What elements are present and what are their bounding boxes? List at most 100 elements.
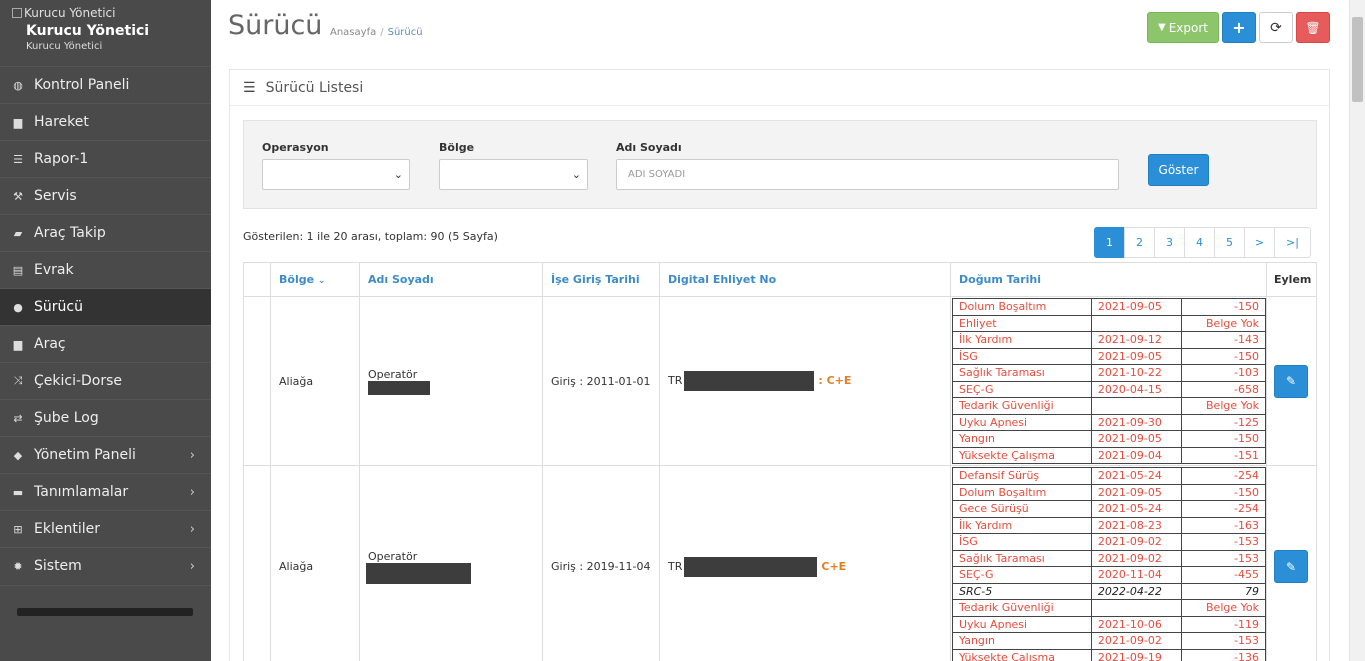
sitemap-icon: ⊞ [13, 522, 23, 536]
sidebar-item-label: Rapor-1 [34, 151, 89, 167]
document-row: Yüksekte Çalışma 2021-09-19 -136 [952, 648, 1267, 661]
document-days: -150 [1180, 298, 1267, 316]
document-date: 2021-09-04 [1090, 446, 1182, 464]
document-date: 2021-09-12 [1090, 331, 1182, 349]
license-prefix: TR [668, 559, 683, 573]
export-label: Export [1168, 20, 1208, 35]
page-button[interactable]: 1 [1094, 227, 1125, 258]
document-row: İSG 2021-09-05 -150 [952, 347, 1267, 365]
sidebar-item-label: Yönetim Paneli [34, 447, 136, 463]
chevron-right-icon: › [189, 447, 195, 463]
document-date: 2020-11-04 [1090, 566, 1182, 584]
pencil-icon: ✎ [1285, 559, 1297, 574]
table-body: Aliağa Operatör Giriş : 2011-01-01 TR: C+E D… [243, 296, 1317, 661]
sidebar-item-label: Evrak [34, 262, 74, 278]
sidebar-item-label: Çekici-Dorse [34, 373, 123, 389]
driver-list-panel: ☰ Sürücü Listesi Operasyon ⌄ Bölge ⌄ Adı… [229, 69, 1330, 661]
sidebar-item-çekici-dorse[interactable]: ⤨ Çekici-Dorse [0, 362, 211, 399]
cog-icon: ✹ [13, 559, 23, 573]
page-button[interactable]: >| [1274, 227, 1311, 258]
document-name: İSG [952, 347, 1092, 365]
document-name: SEÇ-G [952, 380, 1092, 398]
document-date [1090, 397, 1182, 415]
sidebar-item-sistem[interactable]: ✹ Sistem › [0, 547, 211, 584]
page-button[interactable]: > [1244, 227, 1275, 258]
license-cell: TR: C+E [659, 296, 951, 466]
sidebar-item-label: Kontrol Paneli [34, 77, 130, 93]
add-button[interactable]: + [1222, 12, 1256, 43]
document-days: -150 [1180, 430, 1267, 448]
filter-form: Operasyon ⌄ Bölge ⌄ Adı Soyadı ADI SOYAD… [243, 120, 1317, 209]
license-column-header[interactable]: Digital Ehliyet No [659, 262, 951, 297]
region-header-label: Bölge [279, 273, 315, 286]
document-date: 2021-09-05 [1090, 298, 1182, 316]
document-date: 2021-09-02 [1090, 533, 1182, 551]
show-button[interactable]: Göster [1148, 154, 1209, 186]
document-list: Defansif Sürüş 2021-05-24 -254 Dolum Boşalt… [952, 467, 1267, 661]
name-column-header[interactable]: Adı Soyadı [359, 262, 543, 297]
sidebar-item-yönetim-paneli[interactable]: ◆ Yönetim Paneli › [0, 436, 211, 473]
sidebar-item-rapor-1[interactable]: ☰ Rapor-1 [0, 140, 211, 177]
start-date-column-header[interactable]: İşe Giriş Tarihi [542, 262, 660, 297]
breadcrumb-home-link[interactable]: Anasayfa [330, 27, 376, 38]
table-header-row: Bölge ⌄ Adı Soyadı İşe Giriş Tarihi Digi… [243, 262, 1317, 297]
page-button[interactable]: 2 [1124, 227, 1155, 258]
export-button[interactable]: ▼ Export [1147, 12, 1219, 43]
edit-button[interactable]: ✎ [1274, 364, 1308, 398]
document-row: Tedarik Güvenliği Belge Yok [952, 397, 1267, 415]
sidebar-item-label: Sistem [34, 558, 82, 574]
documents-cell: Dolum Boşaltım 2021-09-05 -150 Ehliyet Belge… [950, 296, 1267, 466]
page-button[interactable]: 3 [1154, 227, 1185, 258]
sidebar-item-araç[interactable]: ▆ Araç [0, 325, 211, 362]
sidebar-item-servis[interactable]: ⚒ Servis [0, 177, 211, 214]
refresh-button[interactable]: ⟳ [1259, 12, 1293, 43]
page-button[interactable]: 4 [1184, 227, 1215, 258]
pencil-icon: ✎ [1285, 374, 1297, 388]
page-button[interactable]: 5 [1214, 227, 1245, 258]
sidebar-item-eklentiler[interactable]: ⊞ Eklentiler › [0, 510, 211, 547]
document-row: Uyku Apnesi 2021-09-30 -125 [952, 413, 1267, 431]
operation-select[interactable]: ⌄ [262, 159, 410, 190]
document-row: İSG 2021-09-02 -153 [952, 533, 1267, 551]
document-date: 2021-09-05 [1090, 347, 1182, 365]
start-date-cell: Giriş : 2011-01-01 [542, 296, 660, 466]
sidebar-item-hareket[interactable]: ▆ Hareket [0, 103, 211, 140]
delete-button[interactable]: 🗑 [1296, 12, 1330, 43]
document-name: Tedarik Güvenliği [952, 397, 1092, 415]
action-cell: ✎ [1266, 465, 1317, 661]
sidebar-item-araç-takip[interactable]: ▰ Araç Takip [0, 214, 211, 251]
document-days: -153 [1180, 533, 1267, 551]
logo-alt-text: Kurucu Yönetici [24, 6, 116, 20]
page-scrollbar[interactable] [1349, 0, 1365, 661]
sidebar-item-kontrol-paneli[interactable]: ◍ Kontrol Paneli [0, 66, 211, 103]
region-cell: Aliağa [270, 465, 360, 661]
panel-title: Sürücü Listesi [265, 79, 364, 96]
user-profile: Kurucu Yönetici Kurucu Yönetici Kurucu Y… [0, 0, 211, 66]
birth-date-column-header[interactable]: Doğum Tarihi [950, 262, 1267, 297]
document-days: -143 [1180, 331, 1267, 349]
dashboard-icon: ◍ [13, 78, 23, 92]
start-date-cell: Giriş : 2019-11-04 [542, 465, 660, 661]
document-name: Yangın [952, 632, 1092, 650]
edit-button[interactable]: ✎ [1274, 550, 1308, 583]
name-input[interactable]: ADI SOYADI [616, 159, 1119, 190]
trash-icon: 🗑 [1305, 20, 1321, 35]
document-date: 2021-09-30 [1090, 413, 1182, 431]
sidebar-scrollbar[interactable] [17, 608, 193, 616]
scrollbar-thumb[interactable] [1352, 17, 1363, 102]
sidebar-item-şube-log[interactable]: ⇄ Şube Log [0, 399, 211, 436]
region-select[interactable]: ⌄ [439, 159, 588, 190]
breadcrumb: Anasayfa / Sürücü [330, 27, 423, 38]
document-row: Yangın 2021-09-05 -150 [952, 430, 1267, 448]
sidebar-item-tanımlamalar[interactable]: ▬ Tanımlamalar › [0, 473, 211, 510]
sidebar-item-label: Servis [34, 188, 77, 204]
region-cell: Aliağa [270, 296, 360, 466]
sidebar-item-sürücü[interactable]: ● Sürücü [0, 288, 211, 325]
region-column-header[interactable]: Bölge ⌄ [270, 262, 360, 297]
document-name: Sağlık Taraması [952, 549, 1092, 567]
main-content: Sürücü Anasayfa / Sürücü ▼ Export + ⟳ 🗑 ☰ S… [211, 0, 1349, 661]
document-name: İlk Yardım [952, 331, 1092, 349]
redacted-name [366, 562, 471, 584]
sidebar-item-evrak[interactable]: ▤ Evrak [0, 251, 211, 288]
refresh-icon: ⟳ [1270, 19, 1282, 36]
